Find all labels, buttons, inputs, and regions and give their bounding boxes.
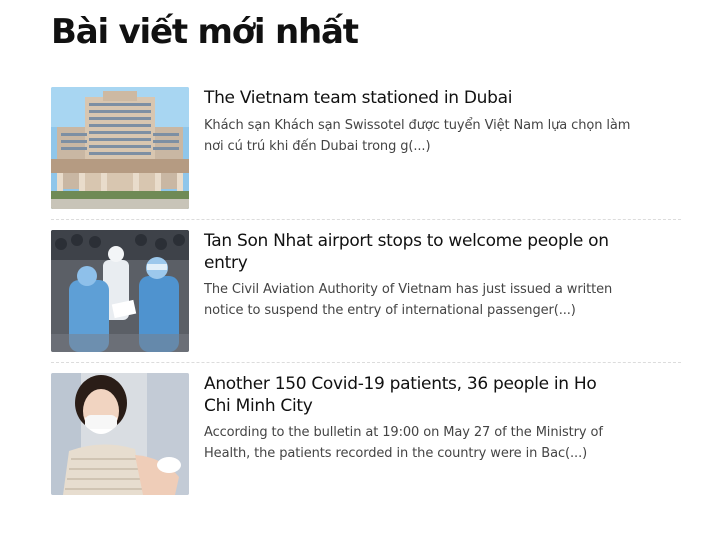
post-thumbnail[interactable] (51, 230, 189, 352)
post-title[interactable]: Another 150 Covid-19 patients, 36 people… (204, 373, 614, 417)
post-thumbnail[interactable] (51, 87, 189, 209)
latest-posts-section: Bài viết mới nhất The Vietnam team stati… (0, 0, 720, 536)
divider (51, 362, 681, 363)
post-item: Another 150 Covid-19 patients, 36 people… (51, 373, 681, 496)
post-excerpt: Khách sạn Khách sạn Swissotel được tuyển… (204, 118, 631, 154)
vaccination-woman-image (51, 373, 189, 495)
hotel-building-image (51, 87, 189, 209)
section-title: Bài viết mới nhất (51, 12, 359, 52)
post-excerpt: The Civil Aviation Authority of Vietnam … (204, 282, 613, 318)
post-item: Tan Son Nhat airport stops to welcome pe… (51, 230, 681, 353)
post-title[interactable]: Tan Son Nhat airport stops to welcome pe… (204, 230, 614, 274)
airport-medical-workers-image (51, 230, 189, 352)
post-excerpt: According to the bulletin at 19:00 on Ma… (204, 425, 603, 461)
post-title[interactable]: The Vietnam team stationed in Dubai (204, 87, 614, 109)
divider (51, 219, 681, 220)
post-thumbnail[interactable] (51, 373, 189, 495)
post-item: The Vietnam team stationed in Dubai Khác… (51, 87, 681, 210)
